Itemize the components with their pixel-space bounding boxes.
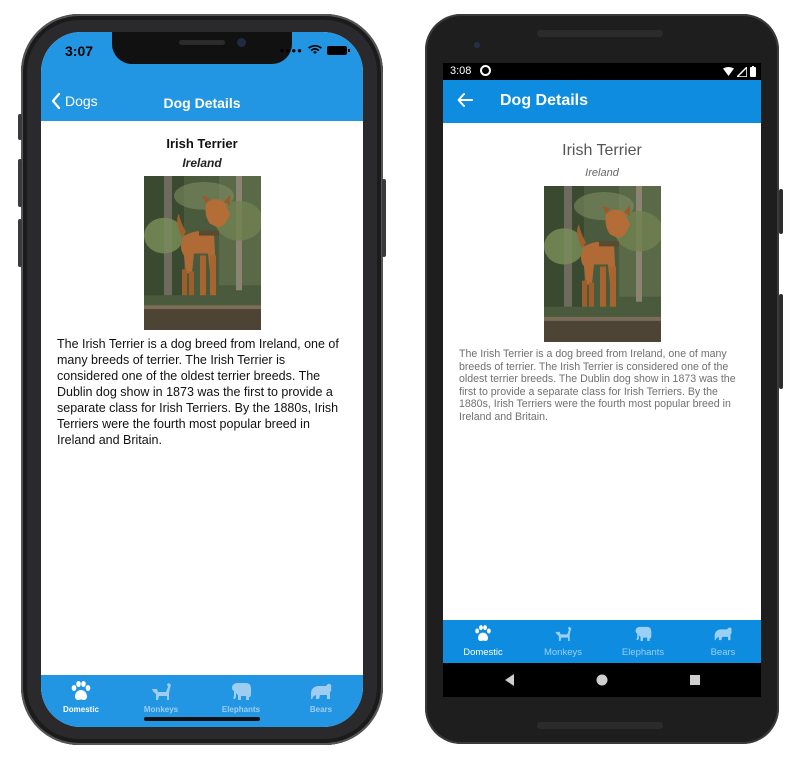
- home-indicator[interactable]: [144, 717, 260, 721]
- elephant-icon: [633, 624, 653, 643]
- top-speaker: [537, 30, 663, 37]
- bear-icon: [713, 624, 733, 643]
- tab-label: Bears: [309, 705, 333, 714]
- tab-label: Monkeys: [543, 647, 582, 658]
- front-camera: [237, 38, 246, 47]
- mute-switch: [18, 114, 22, 140]
- paw-icon: [69, 680, 93, 702]
- power-button: [779, 189, 783, 234]
- signal-dots-icon: ●●●●: [279, 45, 303, 55]
- arrow-back-icon[interactable]: [457, 92, 473, 108]
- tab-label: Elephants: [621, 647, 665, 658]
- nav-back-button[interactable]: [490, 663, 530, 697]
- dog-icon: [149, 680, 173, 702]
- dog-photo: [544, 186, 661, 342]
- android-system-nav-bar: [443, 663, 761, 697]
- triangle-back-icon: [505, 674, 514, 686]
- wifi-icon: [308, 45, 322, 54]
- tab-label: Elephants: [221, 705, 261, 714]
- volume-up-button: [18, 159, 22, 207]
- dog-photo: [144, 176, 261, 330]
- tab-label: Bears: [710, 647, 736, 658]
- nav-recents-button[interactable]: [675, 663, 715, 697]
- dog-origin: Ireland: [585, 167, 619, 179]
- dog-description: The Irish Terrier is a dog breed from Ir…: [57, 337, 339, 447]
- android-status-bar: 3:08: [443, 63, 761, 80]
- front-camera: [474, 42, 480, 48]
- volume-rocker: [779, 294, 783, 389]
- android-status-time: 3:08: [450, 65, 472, 77]
- tab-label: Domestic: [62, 705, 99, 714]
- dog-name: Irish Terrier: [562, 142, 642, 159]
- earpiece-speaker: [179, 40, 225, 45]
- circle-home-icon: [596, 674, 608, 686]
- cell-signal-icon: [737, 66, 747, 77]
- nav-home-button[interactable]: [582, 663, 622, 697]
- dog-icon: [553, 624, 573, 643]
- dog-name: Irish Terrier: [166, 136, 238, 151]
- bear-icon: [309, 680, 333, 702]
- ios-status-time: 3:07: [65, 43, 94, 59]
- paw-icon: [473, 624, 493, 643]
- tab-domestic[interactable]: Domestic: [443, 620, 523, 663]
- notch: [112, 32, 292, 64]
- tab-label: Domestic: [463, 647, 503, 658]
- ios-navigation-bar: Dogs Dog Details: [41, 92, 363, 122]
- power-button: [382, 179, 386, 257]
- tab-domestic[interactable]: Domestic: [41, 675, 121, 727]
- bottom-speaker: [537, 722, 663, 729]
- android-app-bar: Dog Details: [443, 80, 761, 123]
- android-status-icons: [723, 66, 756, 77]
- tab-label: Monkeys: [143, 705, 179, 714]
- ios-page-title: Dog Details: [163, 95, 241, 111]
- iphone-device: 3:07 ●●●● Dogs Dog Details Irish Terrier…: [18, 14, 386, 745]
- tab-bears[interactable]: Bears: [683, 620, 761, 663]
- tab-elephants[interactable]: Elephants: [603, 620, 683, 663]
- volume-down-button: [18, 219, 22, 267]
- wifi-icon: [723, 67, 734, 76]
- square-recents-icon: [690, 675, 700, 685]
- android-tab-bar: Domestic Monkeys Elephants Bears: [443, 620, 761, 663]
- elephant-icon: [229, 680, 253, 702]
- android-device: 3:08 Dog Details Irish Terrier Ireland T…: [425, 14, 783, 744]
- tab-monkeys[interactable]: Monkeys: [523, 620, 603, 663]
- ios-header: 3:07 ●●●● Dogs Dog Details: [41, 32, 363, 121]
- ios-screen: 3:07 ●●●● Dogs Dog Details Irish Terrier…: [41, 32, 363, 727]
- android-screen: 3:08 Dog Details Irish Terrier Ireland T…: [443, 63, 761, 697]
- android-page-title: Dog Details: [500, 92, 589, 109]
- dog-origin: Ireland: [182, 156, 222, 170]
- tab-bears[interactable]: Bears: [281, 675, 361, 727]
- dog-description: The Irish Terrier is a dog breed from Ir…: [459, 348, 736, 423]
- battery-icon: [750, 66, 756, 77]
- ios-status-icons: ●●●●: [279, 45, 350, 55]
- sync-icon: [480, 65, 491, 76]
- battery-icon: [327, 45, 350, 55]
